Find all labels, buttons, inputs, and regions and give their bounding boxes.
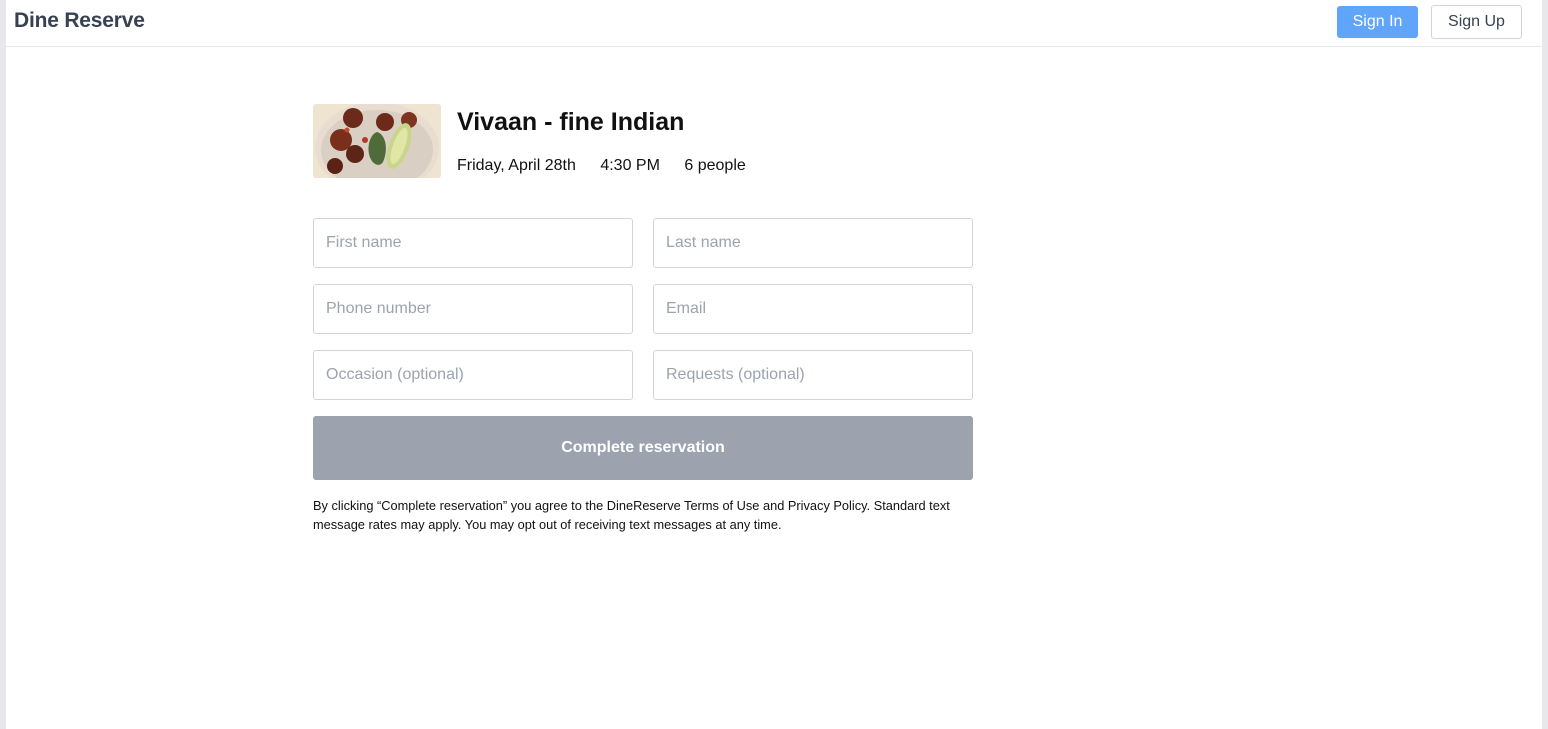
last-name-input[interactable] <box>653 218 973 268</box>
page: Dine Reserve Sign In Sign Up Vivaan - fi… <box>6 0 1542 729</box>
reservation-date: Friday, April 28th <box>457 157 576 174</box>
requests-input[interactable] <box>653 350 973 400</box>
terms-disclaimer: By clicking “Complete reservation” you a… <box>313 498 950 532</box>
party-size: 6 people <box>684 157 746 174</box>
complete-reservation-button[interactable]: Complete reservation <box>313 416 973 480</box>
sign-up-button[interactable]: Sign Up <box>1431 5 1522 39</box>
restaurant-name: Vivaan - fine Indian <box>457 108 685 136</box>
phone-number-input[interactable] <box>313 284 633 334</box>
brand-logo[interactable]: Dine Reserve <box>14 9 145 33</box>
top-nav-bar: Dine Reserve Sign In Sign Up <box>6 0 1542 47</box>
reservation-details: Friday, April 28th 4:30 PM 6 people <box>457 157 746 175</box>
restaurant-photo <box>313 104 441 178</box>
occasion-input[interactable] <box>313 350 633 400</box>
first-name-input[interactable] <box>313 218 633 268</box>
reservation-time: 4:30 PM <box>600 157 660 174</box>
sign-in-button[interactable]: Sign In <box>1337 6 1418 38</box>
email-input[interactable] <box>653 284 973 334</box>
